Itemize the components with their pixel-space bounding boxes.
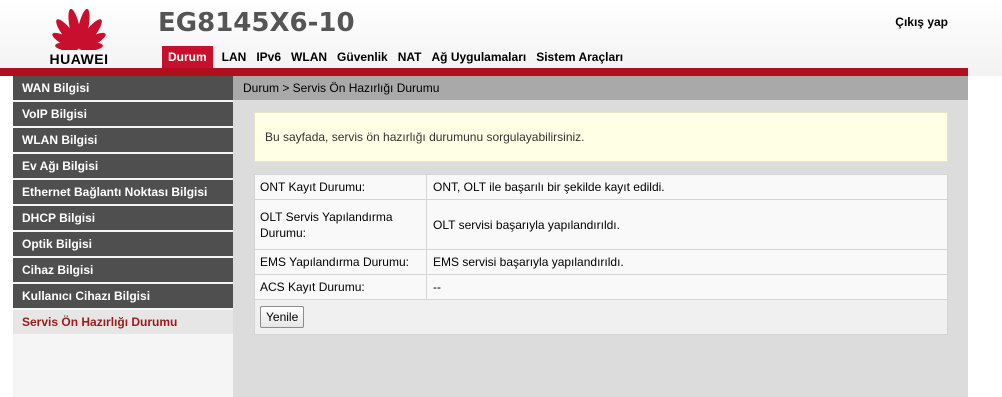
refresh-button[interactable]: Yenile [260,306,305,328]
table-row: ONT Kayıt Durumu: ONT, OLT ile başarılı … [255,175,947,200]
nav-tab-nat[interactable]: NAT [393,46,427,68]
top-nav: Durum LAN IPv6 WLAN Güvenlik NAT Ağ Uygu… [162,46,628,68]
header-divider [0,68,968,76]
logout-link[interactable]: Çıkış yap [895,15,948,29]
table-row: OLT Servis Yapılandırma Durumu: OLT serv… [255,200,947,250]
nav-tab-wlan[interactable]: WLAN [286,46,332,68]
header: HUAWEI EG8145X6-10 Çıkış yap Durum LAN I… [0,0,1002,76]
nav-tab-lan[interactable]: LAN [217,46,252,68]
page-description: Bu sayfada, servis ön hazırlığı durumunu… [254,112,948,162]
sidebar-item-wlan[interactable]: WLAN Bilgisi [13,128,233,154]
huawei-logo: HUAWEI [24,4,134,68]
sidebar-item-dhcp[interactable]: DHCP Bilgisi [13,206,233,232]
sidebar-item-cihaz[interactable]: Cihaz Bilgisi [13,258,233,284]
nav-tab-ag-uygulamalari[interactable]: Ağ Uygulamaları [427,46,532,68]
button-area: Yenile [255,300,947,334]
nav-tab-durum[interactable]: Durum [162,46,213,68]
table-row: ACS Kayıt Durumu: -- [255,275,947,300]
sidebar-item-optik[interactable]: Optik Bilgisi [13,232,233,258]
table-row: EMS Yapılandırma Durumu: EMS servisi baş… [255,250,947,275]
sidebar-item-voip[interactable]: VoIP Bilgisi [13,102,233,128]
sidebar-item-wan[interactable]: WAN Bilgisi [13,76,233,102]
sidebar-item-ethernet[interactable]: Ethernet Bağlantı Noktası Bilgisi [13,180,233,206]
sidebar-item-kullanici-cihazi[interactable]: Kullanıcı Cihazı Bilgisi [13,284,233,310]
row-value: EMS servisi başarıyla yapılandırıldı. [433,255,624,269]
sidebar-item-ev-agi[interactable]: Ev Ağı Bilgisi [13,154,233,180]
row-value: OLT servisi başarıyla yapılandırıldı. [433,217,620,232]
sidebar-item-servis-on-hazirligi[interactable]: Servis Ön Hazırlığı Durumu [13,310,233,336]
row-value: ONT, OLT ile başarılı bir şekilde kayıt … [433,180,665,194]
brand-name: HUAWEI [49,51,109,67]
main-content: Durum > Servis Ön Hazırlığı Durumu Bu sa… [233,76,968,397]
product-name: EG8145X6-10 [158,8,355,38]
row-label: OLT Servis Yapılandırma Durumu: [255,200,427,249]
huawei-flower-icon [52,8,106,51]
status-table: ONT Kayıt Durumu: ONT, OLT ile başarılı … [254,174,948,335]
row-label: EMS Yapılandırma Durumu: [255,250,427,274]
row-value: -- [433,280,441,294]
sidebar: WAN Bilgisi VoIP Bilgisi WLAN Bilgisi Ev… [13,76,233,397]
row-label: ACS Kayıt Durumu: [255,275,427,299]
breadcrumb: Durum > Servis Ön Hazırlığı Durumu [233,76,968,100]
nav-tab-ipv6[interactable]: IPv6 [251,46,286,68]
row-label: ONT Kayıt Durumu: [255,175,427,199]
nav-tab-sistem-araclari[interactable]: Sistem Araçları [531,46,628,68]
nav-tab-guvenlik[interactable]: Güvenlik [332,46,393,68]
